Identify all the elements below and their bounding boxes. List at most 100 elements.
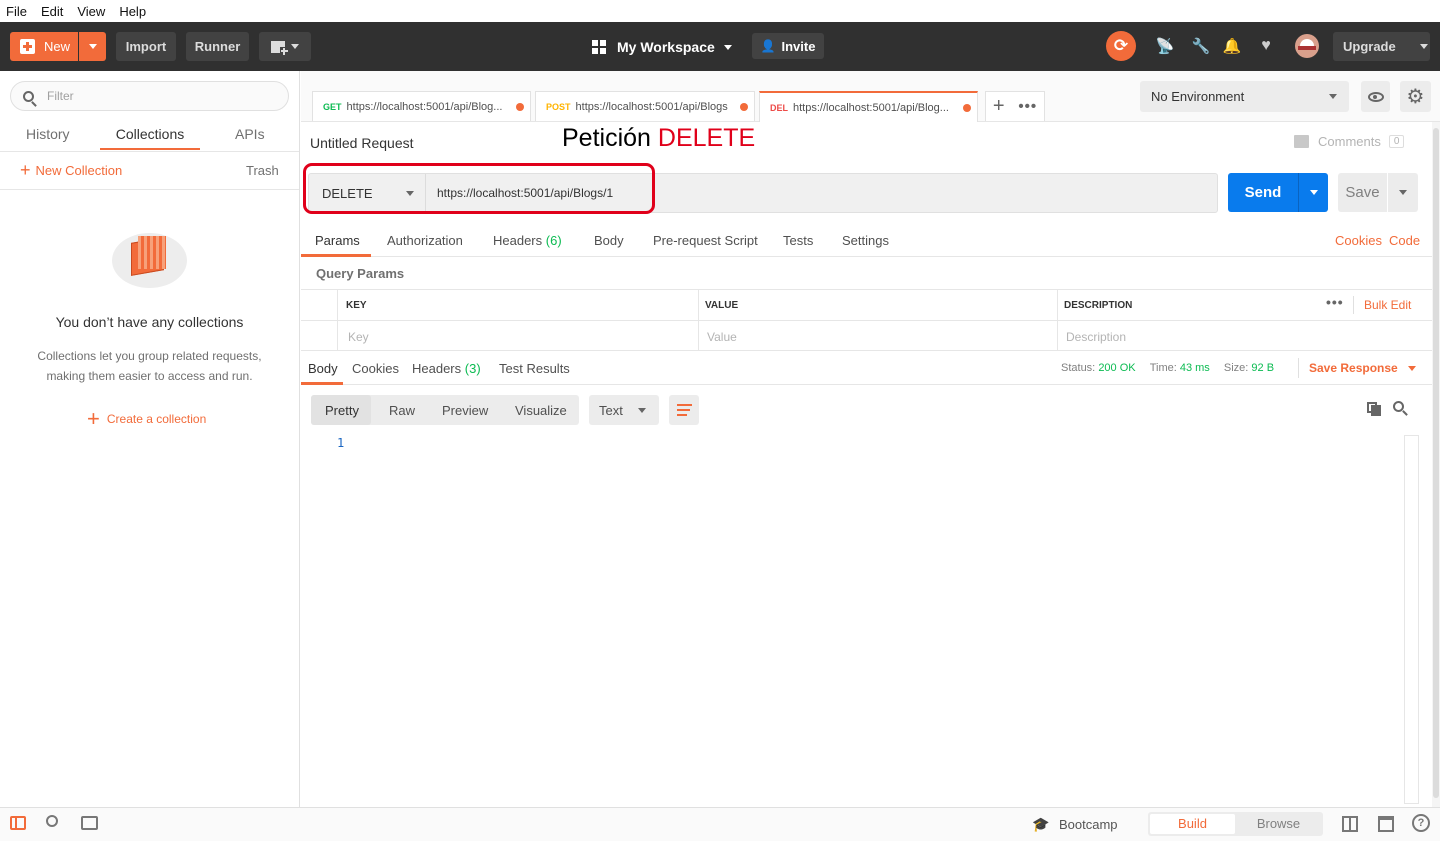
plus-icon — [20, 39, 35, 54]
request-panel: Untitled Request Petición DELETE Comment… — [301, 122, 1440, 807]
tab-settings[interactable]: Settings — [842, 233, 889, 248]
menu-file[interactable]: File — [6, 4, 27, 19]
trash-button[interactable]: Trash — [246, 163, 279, 178]
environment-select[interactable]: No Environment — [1140, 81, 1349, 112]
menu-view[interactable]: View — [77, 4, 105, 19]
save-response-label: Save Response — [1309, 361, 1398, 375]
copy-icon[interactable] — [1367, 402, 1381, 416]
view-raw[interactable]: Raw — [389, 403, 415, 418]
wrench-icon[interactable]: 🔧 — [1191, 36, 1211, 56]
tab-history[interactable]: History — [26, 126, 70, 142]
tab-prerequest-script[interactable]: Pre-request Script — [653, 233, 758, 248]
more-options-icon[interactable]: ••• — [1326, 294, 1344, 310]
query-params-title: Query Params — [316, 266, 405, 281]
workspace-switcher[interactable]: My Workspace — [592, 38, 732, 56]
editor-scrollbar[interactable] — [1404, 435, 1419, 804]
response-view-toggle: Pretty Raw Preview Visualize — [311, 395, 579, 425]
send-button[interactable]: Send — [1228, 173, 1298, 212]
annotation-prefix: Petición — [562, 124, 651, 152]
runner-button[interactable]: Runner — [186, 32, 249, 61]
view-preview[interactable]: Preview — [442, 403, 488, 418]
value-input[interactable]: Value — [707, 330, 737, 344]
view-visualize[interactable]: Visualize — [515, 403, 567, 418]
tab-params[interactable]: Params — [315, 233, 360, 248]
code-link[interactable]: Code — [1389, 233, 1420, 248]
tab-collections[interactable]: Collections — [100, 126, 200, 142]
filter-input[interactable]: Filter — [10, 81, 289, 111]
eye-icon[interactable] — [1361, 81, 1390, 112]
tab-headers[interactable]: Headers (6) — [493, 233, 562, 248]
two-pane-icon[interactable] — [1342, 816, 1358, 832]
highlight-box — [303, 163, 655, 214]
response-tab-headers[interactable]: Headers (3) — [412, 361, 481, 376]
keyboard-icon[interactable] — [1378, 816, 1394, 832]
request-tabs: Params Authorization Headers (6) Body Pr… — [301, 224, 1432, 257]
column-header-key: KEY — [346, 300, 367, 311]
new-button[interactable]: New — [10, 32, 78, 61]
heart-icon[interactable]: ♥ — [1256, 36, 1276, 56]
response-tab-cookies[interactable]: Cookies — [352, 361, 399, 376]
mode-toggle: Build Browse — [1148, 812, 1323, 836]
gear-icon[interactable]: ⚙ — [1400, 81, 1431, 112]
description-input[interactable]: Description — [1066, 330, 1126, 344]
tab-tests[interactable]: Tests — [783, 233, 813, 248]
menu-edit[interactable]: Edit — [41, 4, 63, 19]
more-tabs-icon[interactable]: ••• — [1018, 98, 1037, 115]
format-label: Text — [599, 402, 623, 418]
request-title[interactable]: Untitled Request — [310, 135, 414, 151]
format-select[interactable]: Text — [589, 395, 659, 425]
find-icon[interactable] — [46, 815, 58, 827]
build-mode[interactable]: Build — [1150, 814, 1235, 834]
method-tag: GET — [323, 101, 342, 112]
browse-mode[interactable]: Browse — [1236, 814, 1321, 834]
send-dropdown-button[interactable] — [1298, 173, 1328, 212]
view-pretty[interactable]: Pretty — [325, 403, 359, 418]
window-plus-icon — [271, 40, 288, 55]
tab-apis[interactable]: APIs — [235, 126, 265, 142]
satellite-icon[interactable]: 📡 — [1155, 36, 1175, 56]
main-scrollbar[interactable] — [1432, 122, 1440, 807]
console-icon[interactable] — [81, 816, 98, 830]
caret-down-icon — [638, 408, 646, 413]
cookies-link[interactable]: Cookies — [1335, 233, 1382, 248]
upgrade-button[interactable]: Upgrade — [1333, 32, 1430, 61]
save-response-button[interactable]: Save Response — [1309, 361, 1416, 375]
new-collection-label: New Collection — [35, 163, 123, 178]
avatar[interactable] — [1295, 34, 1319, 58]
request-tab-delete[interactable]: DEL https://localhost:5001/api/Blog... — [759, 91, 978, 122]
new-window-button[interactable] — [259, 32, 311, 61]
sync-icon[interactable]: ⟳ — [1106, 31, 1136, 61]
key-input[interactable]: Key — [348, 330, 369, 344]
save-button[interactable]: Save — [1338, 173, 1387, 212]
caret-down-icon — [291, 44, 299, 49]
help-icon[interactable]: ? — [1412, 814, 1430, 832]
search-icon[interactable] — [1393, 401, 1409, 417]
line-number: 1 — [337, 436, 345, 450]
comments-button[interactable]: Comments 0 — [1294, 134, 1405, 149]
bell-icon[interactable]: 🔔 — [1222, 36, 1242, 56]
add-tab-icon[interactable]: + — [993, 95, 1005, 118]
new-collection-button[interactable]: + New Collection — [20, 160, 123, 180]
invite-button[interactable]: 👤 Invite — [752, 33, 824, 59]
request-tab-get[interactable]: GET https://localhost:5001/api/Blog... — [312, 91, 531, 121]
menu-help[interactable]: Help — [119, 4, 146, 19]
response-tab-body[interactable]: Body — [308, 361, 338, 376]
request-tab-post[interactable]: POST https://localhost:5001/api/Blogs — [535, 91, 755, 121]
bootcamp-link[interactable]: Bootcamp — [1059, 817, 1118, 832]
tab-authorization[interactable]: Authorization — [387, 233, 463, 248]
caret-down-icon — [88, 44, 97, 49]
import-button[interactable]: Import — [116, 32, 176, 61]
unsaved-dot — [963, 104, 971, 112]
invite-label: Invite — [781, 38, 816, 54]
sidebar-toggle-icon[interactable] — [10, 816, 26, 830]
save-dropdown-button[interactable] — [1388, 173, 1418, 212]
plus-icon: + — [20, 160, 31, 180]
bulk-edit-link[interactable]: Bulk Edit — [1364, 298, 1411, 312]
tab-headers-count: (6) — [545, 233, 562, 248]
create-collection-button[interactable]: + Create a collection — [87, 408, 206, 430]
new-dropdown-button[interactable] — [79, 32, 106, 61]
active-tab-indicator — [301, 254, 371, 257]
wrap-lines-icon[interactable] — [669, 395, 699, 425]
tab-body[interactable]: Body — [594, 233, 624, 248]
response-tab-test-results[interactable]: Test Results — [499, 361, 570, 376]
